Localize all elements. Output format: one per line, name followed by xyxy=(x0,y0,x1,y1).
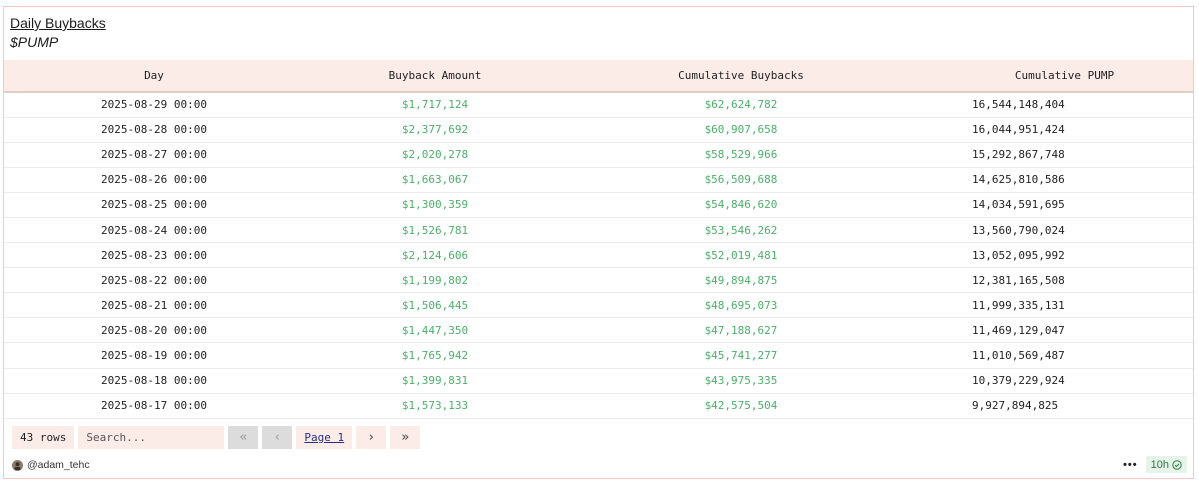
cell-buyback-amount: $1,399,831 xyxy=(401,374,469,388)
table-row: 2025-08-27 00:00 $2,020,278 $58,529,966 15,… xyxy=(4,142,1193,168)
table-row: 2025-08-24 00:00 $1,526,781 $53,546,262 13,… xyxy=(4,217,1193,243)
column-header-buyback-amount[interactable]: Buyback Amount xyxy=(304,60,566,92)
cell-cumulative-buybacks: $52,019,481 xyxy=(704,248,778,262)
cell-cumulative-pump: 14,625,810,586 xyxy=(972,173,1065,187)
footer-actions: ••• 10h xyxy=(1123,456,1187,473)
cell-day: 2025-08-23 00:00 xyxy=(101,248,207,262)
search-input[interactable] xyxy=(78,426,225,449)
cell-cumulative-buybacks: $54,846,620 xyxy=(704,198,778,212)
table-row: 2025-08-25 00:00 $1,300,359 $54,846,620 14,… xyxy=(4,192,1193,218)
cell-cumulative-pump: 12,381,165,508 xyxy=(972,273,1065,287)
last-page-button[interactable]: » xyxy=(390,426,421,449)
cell-cumulative-buybacks: $62,624,782 xyxy=(704,98,778,112)
cell-buyback-amount: $1,663,067 xyxy=(401,173,469,187)
cell-cumulative-pump: 15,292,867,748 xyxy=(972,148,1065,162)
double-chevron-left-icon: « xyxy=(239,430,248,445)
column-header-cumulative-pump[interactable]: Cumulative PUMP xyxy=(916,60,1193,92)
cell-day: 2025-08-25 00:00 xyxy=(101,198,207,212)
cell-buyback-amount: $2,377,692 xyxy=(401,123,469,137)
cell-cumulative-buybacks: $49,894,875 xyxy=(704,273,778,287)
table-body: 2025-08-29 00:00 $1,717,124 $62,624,782 16,… xyxy=(4,92,1193,419)
cell-day: 2025-08-29 00:00 xyxy=(101,98,207,112)
cell-cumulative-buybacks: $53,546,262 xyxy=(704,223,778,237)
chart-title[interactable]: Daily Buybacks xyxy=(10,15,106,31)
avatar-icon xyxy=(12,459,23,471)
cell-day: 2025-08-24 00:00 xyxy=(101,223,207,237)
cell-cumulative-pump: 13,052,095,992 xyxy=(972,248,1065,262)
chart-subtitle: $PUMP xyxy=(10,34,59,50)
cell-buyback-amount: $1,447,350 xyxy=(401,323,469,337)
check-circle-icon xyxy=(1172,459,1182,470)
cell-cumulative-pump: 16,044,951,424 xyxy=(972,123,1065,137)
cell-buyback-amount: $1,717,124 xyxy=(401,98,469,112)
freshness-label: 10h xyxy=(1150,458,1169,471)
table-row: 2025-08-22 00:00 $1,199,802 $49,894,875 12,… xyxy=(4,268,1193,293)
author-name: @adam_tehc xyxy=(27,459,90,471)
table-row: 2025-08-23 00:00 $2,124,606 $52,019,481 13,… xyxy=(4,243,1193,268)
cell-cumulative-pump: 11,469,129,047 xyxy=(972,323,1065,337)
cell-cumulative-pump: 11,010,569,487 xyxy=(972,348,1065,362)
query-result-card: Daily Buybacks $PUMP Day Buyback Amount … xyxy=(3,6,1194,479)
rows-count: 43 rows xyxy=(12,426,75,449)
table-row: 2025-08-20 00:00 $1,447,350 $47,188,627 11,… xyxy=(4,318,1193,343)
cell-buyback-amount: $1,526,781 xyxy=(401,223,469,237)
author-link[interactable]: @adam_tehc xyxy=(12,459,90,471)
table-row: 2025-08-18 00:00 $1,399,831 $43,975,335 10,… xyxy=(4,368,1193,394)
cell-buyback-amount: $1,573,133 xyxy=(401,399,469,413)
cell-day: 2025-08-27 00:00 xyxy=(101,148,207,162)
cell-cumulative-pump: 16,544,148,404 xyxy=(972,98,1065,112)
chevron-right-icon: › xyxy=(367,430,376,445)
table-row: 2025-08-28 00:00 $2,377,692 $60,907,658 16,… xyxy=(4,117,1193,143)
cell-cumulative-pump: 11,999,335,131 xyxy=(972,298,1065,312)
cell-day: 2025-08-17 00:00 xyxy=(101,399,207,413)
cell-cumulative-pump: 13,560,790,024 xyxy=(972,223,1065,237)
table-row: 2025-08-26 00:00 $1,663,067 $56,509,688 14,… xyxy=(4,167,1193,193)
cell-buyback-amount: $2,124,606 xyxy=(401,248,469,262)
cell-cumulative-buybacks: $56,509,688 xyxy=(704,173,778,187)
first-page-button[interactable]: « xyxy=(228,426,259,449)
cell-cumulative-pump: 14,034,591,695 xyxy=(972,198,1065,212)
cell-buyback-amount: $2,020,278 xyxy=(401,148,469,162)
cell-buyback-amount: $1,199,802 xyxy=(401,273,469,287)
chevron-left-icon: ‹ xyxy=(273,430,282,445)
cell-cumulative-buybacks: $60,907,658 xyxy=(704,123,778,137)
pagination-controls: 43 rows « ‹ Page 1 › » xyxy=(12,426,421,449)
next-page-button[interactable]: › xyxy=(356,426,387,449)
more-options-icon[interactable]: ••• xyxy=(1123,459,1138,471)
cell-cumulative-pump: 9,927,894,825 xyxy=(972,399,1059,413)
cell-day: 2025-08-20 00:00 xyxy=(101,323,207,337)
cell-cumulative-buybacks: $47,188,627 xyxy=(704,323,778,337)
table-header: Day Buyback Amount Cumulative Buybacks C… xyxy=(4,60,1193,92)
table-row: 2025-08-19 00:00 $1,765,942 $45,741,277 11,… xyxy=(4,343,1193,369)
cell-buyback-amount: $1,506,445 xyxy=(401,298,469,312)
cell-cumulative-buybacks: $58,529,966 xyxy=(704,148,778,162)
cell-day: 2025-08-21 00:00 xyxy=(101,298,207,312)
cell-day: 2025-08-22 00:00 xyxy=(101,273,207,287)
double-chevron-right-icon: » xyxy=(401,430,410,445)
cell-buyback-amount: $1,300,359 xyxy=(401,198,469,212)
cell-day: 2025-08-19 00:00 xyxy=(101,348,207,362)
column-header-cumulative-buybacks[interactable]: Cumulative Buybacks xyxy=(566,60,916,92)
cell-cumulative-buybacks: $43,975,335 xyxy=(704,374,778,388)
cell-cumulative-buybacks: $42,575,504 xyxy=(704,399,778,413)
cell-cumulative-pump: 10,379,229,924 xyxy=(972,374,1065,388)
page-indicator[interactable]: Page 1 xyxy=(296,426,353,449)
cell-day: 2025-08-26 00:00 xyxy=(101,173,207,187)
table-row: 2025-08-29 00:00 $1,717,124 $62,624,782 16,… xyxy=(4,92,1193,118)
freshness-badge[interactable]: 10h xyxy=(1145,456,1187,473)
column-header-day[interactable]: Day xyxy=(4,60,304,92)
cell-day: 2025-08-28 00:00 xyxy=(101,123,207,137)
cell-day: 2025-08-18 00:00 xyxy=(101,374,207,388)
table-row: 2025-08-17 00:00 $1,573,133 $42,575,504 9,9… xyxy=(4,393,1193,419)
table-row: 2025-08-21 00:00 $1,506,445 $48,695,073 11,… xyxy=(4,293,1193,318)
previous-page-button[interactable]: ‹ xyxy=(262,426,293,449)
buybacks-table: Day Buyback Amount Cumulative Buybacks C… xyxy=(4,60,1193,419)
cell-cumulative-buybacks: $45,741,277 xyxy=(704,348,778,362)
cell-cumulative-buybacks: $48,695,073 xyxy=(704,298,778,312)
cell-buyback-amount: $1,765,942 xyxy=(401,348,469,362)
